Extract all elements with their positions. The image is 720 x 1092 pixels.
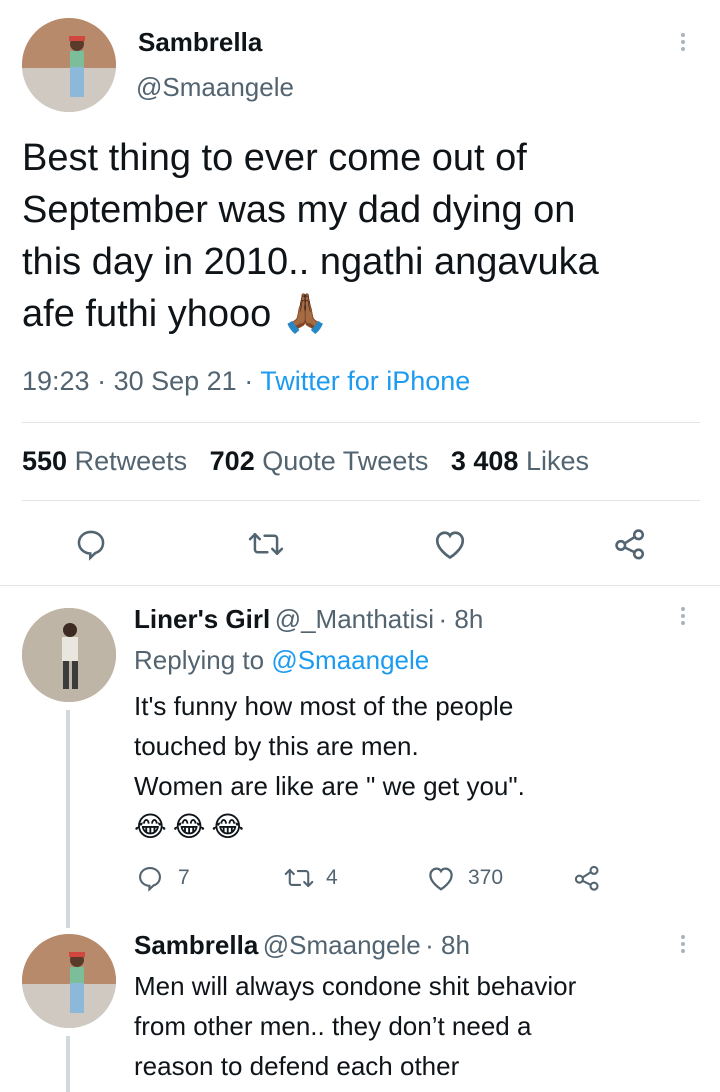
reply-line: It's funny how most of the people xyxy=(134,691,514,721)
divider xyxy=(22,500,700,501)
divider xyxy=(0,585,720,586)
retweet-icon xyxy=(284,868,314,888)
replying-to-label: Replying to xyxy=(134,645,265,675)
reply-line: from other men.. they don’t need a xyxy=(134,1011,532,1041)
tweet-meta: 19:23 · 30 Sep 21 · Twitter for iPhone xyxy=(22,366,471,396)
reply-age[interactable]: 8h xyxy=(454,604,483,634)
reply-text: Men will always condone shit behavior fr… xyxy=(134,966,704,1086)
avatar-photo xyxy=(22,608,116,702)
reply-text: It's funny how most of the people touche… xyxy=(134,686,694,806)
reply-retweet-button[interactable]: 4 xyxy=(284,864,338,892)
like-icon[interactable] xyxy=(432,527,468,561)
reply-author-handle[interactable]: @_Manthatisi xyxy=(275,604,434,634)
reply-icon xyxy=(139,867,161,892)
reply-age[interactable]: 8h xyxy=(441,930,470,960)
reply-author-name[interactable]: Sambrella xyxy=(134,930,258,960)
reply-header: Liner's Girl @_Manthatisi · 8h xyxy=(134,604,484,634)
reply-line: touched by this are men. xyxy=(134,731,419,761)
reply-line: Women are like are " we get you". xyxy=(134,771,525,801)
tweet-line: this day in 2010.. ngathi angavuka xyxy=(22,241,599,283)
reply-line: Men will always condone shit behavior xyxy=(134,971,577,1001)
reply-header: Sambrella @Smaangele · 8h xyxy=(134,930,470,960)
thread-line xyxy=(66,1036,70,1092)
likes-stat[interactable]: 3 408 Likes xyxy=(451,446,589,476)
retweet-count: 4 xyxy=(326,866,338,889)
tweet-line: Best thing to ever come out of xyxy=(22,137,527,179)
reply-more-icon[interactable] xyxy=(681,932,685,956)
avatar-photo xyxy=(22,18,116,112)
replying-to: Replying to @Smaangele xyxy=(134,645,429,676)
thread-line xyxy=(66,710,70,928)
share-icon xyxy=(574,865,599,891)
reply-more-icon[interactable] xyxy=(681,604,685,628)
tweet-line: afe futhi yhooo 🙏🏾 xyxy=(22,293,330,335)
reply-author-avatar[interactable] xyxy=(22,608,116,702)
replying-to-handle[interactable]: @Smaangele xyxy=(271,645,429,675)
retweets-stat[interactable]: 550 Retweets xyxy=(22,446,187,476)
reply-author-name[interactable]: Liner's Girl xyxy=(134,604,270,634)
reply-author-handle[interactable]: @Smaangele xyxy=(263,930,421,960)
main-more-icon[interactable] xyxy=(681,30,685,54)
tweet-time[interactable]: 19:23 xyxy=(22,366,90,396)
reply-icon[interactable] xyxy=(74,527,108,561)
reply-share-button[interactable] xyxy=(572,864,602,892)
reply-author-avatar[interactable] xyxy=(22,934,116,1028)
reply-emoji-line: 😂😂😂 xyxy=(134,811,251,842)
main-author-avatar[interactable] xyxy=(22,18,116,112)
divider xyxy=(22,422,700,423)
main-tweet-text: Best thing to ever come out of September… xyxy=(22,132,702,340)
like-count: 370 xyxy=(468,866,504,889)
retweet-icon[interactable] xyxy=(248,527,284,561)
reply-like-button[interactable]: 370 xyxy=(426,864,503,892)
reply-line: reason to defend each other xyxy=(134,1051,460,1081)
tweet-source[interactable]: Twitter for iPhone xyxy=(260,366,470,396)
quotes-stat[interactable]: 702 Quote Tweets xyxy=(210,446,429,476)
tweet-stats: 550 Retweets 702 Quote Tweets 3 408 Like… xyxy=(22,446,589,477)
tweet-date[interactable]: 30 Sep 21 xyxy=(114,366,237,396)
reply-count: 7 xyxy=(178,866,190,889)
main-author-handle[interactable]: @Smaangele xyxy=(136,72,294,103)
reply-reply-button[interactable]: 7 xyxy=(136,864,190,892)
avatar-photo xyxy=(22,934,116,1028)
share-icon[interactable] xyxy=(612,527,648,561)
main-author-name[interactable]: Sambrella xyxy=(138,27,262,58)
tweet-line: September was my dad dying on xyxy=(22,189,576,231)
like-icon xyxy=(429,867,453,891)
